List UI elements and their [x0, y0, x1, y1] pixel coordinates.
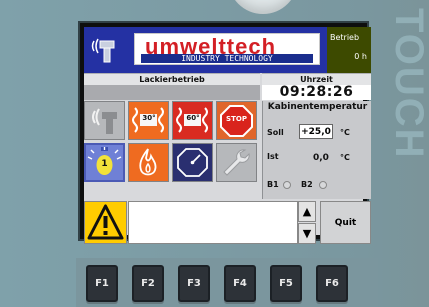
clock-display: 09:28:26	[262, 85, 371, 100]
f5-key[interactable]: F5	[270, 265, 302, 302]
scroll-down-button[interactable]: ▼	[298, 223, 316, 244]
lamp-tile[interactable]: 1	[84, 143, 125, 182]
brand-logo: umwelttech INDUSTRY TECHNOLOGY	[134, 33, 320, 65]
stop-label: STOP	[226, 115, 247, 123]
f2-key[interactable]: F2	[132, 265, 164, 302]
burner-tile[interactable]	[128, 143, 169, 182]
b1-indicator	[283, 181, 291, 189]
mode-label: Lackierbetrieb	[84, 73, 260, 85]
message-window	[128, 201, 298, 244]
heat-30-label: 30°	[142, 114, 156, 122]
setpoint-label: Soll	[267, 128, 284, 137]
b2-label: B2	[301, 180, 313, 189]
actual-unit: °C	[340, 153, 350, 162]
operation-status-label: Betrieb	[330, 33, 360, 42]
alarm-warning-button[interactable]	[84, 201, 127, 244]
brand-tagline: INDUSTRY TECHNOLOGY	[141, 54, 313, 63]
f6-key[interactable]: F6	[316, 265, 348, 302]
spray-gun-icon	[92, 108, 117, 134]
maintenance-tile[interactable]	[216, 143, 257, 182]
spray-gun-logo-icon	[90, 35, 118, 65]
f1-key[interactable]: F1	[86, 265, 118, 302]
f4-key[interactable]: F4	[224, 265, 256, 302]
quit-button[interactable]: Quit	[320, 201, 371, 244]
flame-icon	[139, 148, 157, 176]
timer-tile[interactable]	[172, 143, 213, 182]
hmi-screen: umwelttech INDUSTRY TECHNOLOGY Betrieb 0…	[78, 21, 371, 244]
cabin-temperature-panel: Kabinentemperatur Soll +25,0 °C Ist 0,0 …	[262, 101, 371, 199]
actual-label: Ist	[267, 152, 279, 161]
cabin-temperature-title: Kabinentemperatur	[267, 102, 368, 112]
spray-gun-tile[interactable]	[84, 101, 125, 140]
heat-60-tile[interactable]: 60°	[172, 101, 213, 140]
timer-gauge-icon	[177, 148, 208, 177]
setpoint-input[interactable]: +25,0	[299, 124, 333, 139]
setpoint-unit: °C	[340, 128, 350, 137]
heat-60-label: 60°	[186, 114, 200, 122]
b1-label: B1	[267, 180, 279, 189]
mode-status-strip	[84, 85, 260, 100]
touch-label: TOUCH	[387, 8, 429, 160]
operation-status: Betrieb 0 h	[327, 27, 371, 73]
lamp-label: 1	[101, 159, 108, 169]
scroll-up-button[interactable]: ▲	[298, 201, 316, 222]
f3-key[interactable]: F3	[178, 265, 210, 302]
warning-triangle-icon	[87, 204, 124, 240]
b2-indicator	[319, 181, 327, 189]
stop-tile[interactable]: STOP	[216, 101, 257, 140]
heat-30-tile[interactable]: 30°	[128, 101, 169, 140]
header-bar: umwelttech INDUSTRY TECHNOLOGY Betrieb 0…	[84, 27, 371, 73]
hmi-display: umwelttech INDUSTRY TECHNOLOGY Betrieb 0…	[84, 27, 371, 244]
operation-hours: 0 h	[354, 52, 367, 61]
wrench-icon	[223, 149, 250, 176]
actual-value: 0,0	[313, 153, 329, 163]
